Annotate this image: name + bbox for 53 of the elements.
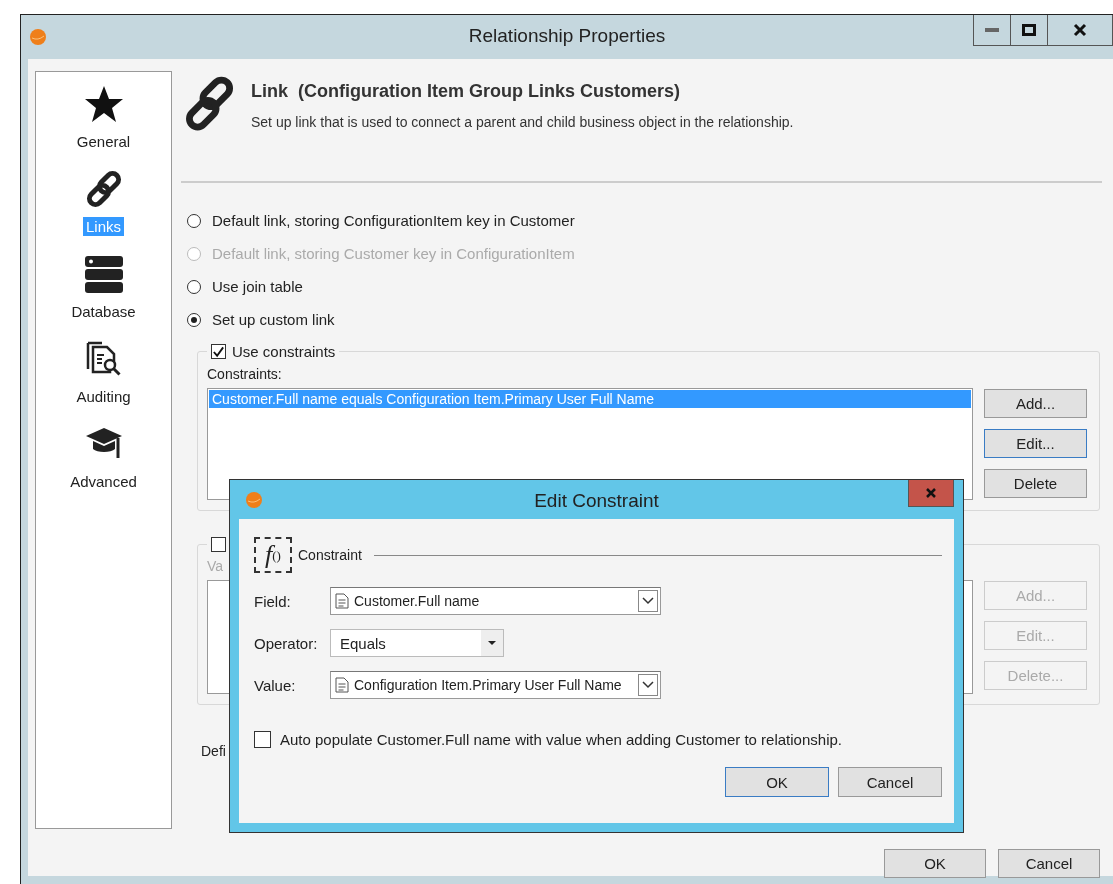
sidebar-item[interactable]: Auditing xyxy=(73,339,134,424)
picker-field[interactable]: Customer.Full name xyxy=(330,587,661,615)
picker-field[interactable]: Configuration Item.Primary User Full Name xyxy=(330,671,661,699)
radio-button[interactable] xyxy=(187,312,201,327)
button[interactable]: Add... xyxy=(984,389,1087,418)
document-icon xyxy=(335,677,349,693)
minimize-button[interactable] xyxy=(973,15,1011,46)
radio-button[interactable] xyxy=(187,279,201,294)
section-description: Set up link that is used to connect a parent and child business object in the relationship. xyxy=(251,114,794,130)
window-title: Relationship Properties xyxy=(468,25,666,47)
server-stack-icon xyxy=(83,254,124,294)
check-icon xyxy=(212,344,225,359)
button[interactable]: Cancel xyxy=(838,767,942,797)
button[interactable]: Edit... xyxy=(984,429,1087,458)
checkbox-label: Use constraints xyxy=(232,343,336,360)
app-logo-icon xyxy=(245,490,263,509)
close-icon xyxy=(925,487,937,499)
dropdown[interactable]: Equals xyxy=(330,629,504,657)
app-logo-icon xyxy=(29,27,47,46)
close-icon xyxy=(1073,23,1087,37)
field-label: Value: xyxy=(254,676,297,694)
radio-label: Set up custom link xyxy=(212,311,335,328)
field-label: Field: xyxy=(254,592,292,610)
checkbox[interactable] xyxy=(254,731,271,748)
checkbox[interactable] xyxy=(211,537,226,552)
sidebar-item[interactable]: Advanced xyxy=(67,424,140,509)
radio-button[interactable] xyxy=(187,213,201,228)
star-icon xyxy=(83,84,124,124)
section-title: Link (Configuration Item Group Links Customers) xyxy=(251,81,681,102)
sidebar-item[interactable]: General xyxy=(73,84,134,169)
dialog-title: Edit Constraint xyxy=(534,490,659,512)
button[interactable]: Delete xyxy=(984,469,1087,498)
chevron-down-icon xyxy=(642,681,654,689)
list-label: Constraints: xyxy=(207,366,283,382)
chevron-down-icon xyxy=(642,597,654,605)
checkbox-label: Auto populate Customer.Full name with value when adding Customer to relationship. xyxy=(280,731,842,748)
list-label: Va xyxy=(207,558,225,574)
section-label: Constraint xyxy=(298,547,362,563)
radio-label: Default link, storing ConfigurationItem key in Customer xyxy=(212,212,575,229)
button[interactable]: OK xyxy=(884,849,986,878)
field-label: Operator: xyxy=(254,634,319,652)
radio-label: Default link, storing Customer key in ConfigurationItem xyxy=(212,245,575,262)
button[interactable]: Cancel xyxy=(998,849,1100,878)
sidebar-item[interactable]: Database xyxy=(68,254,139,339)
note-text: Defi xyxy=(201,743,227,759)
caret-icon xyxy=(488,641,496,645)
close-button[interactable] xyxy=(1047,15,1113,46)
radio-label: Use join table xyxy=(212,278,303,295)
button[interactable]: OK xyxy=(725,767,829,797)
maximize-icon xyxy=(1022,24,1036,36)
checkbox[interactable] xyxy=(211,344,226,359)
document-icon xyxy=(335,593,349,609)
minimize-icon xyxy=(985,28,999,32)
